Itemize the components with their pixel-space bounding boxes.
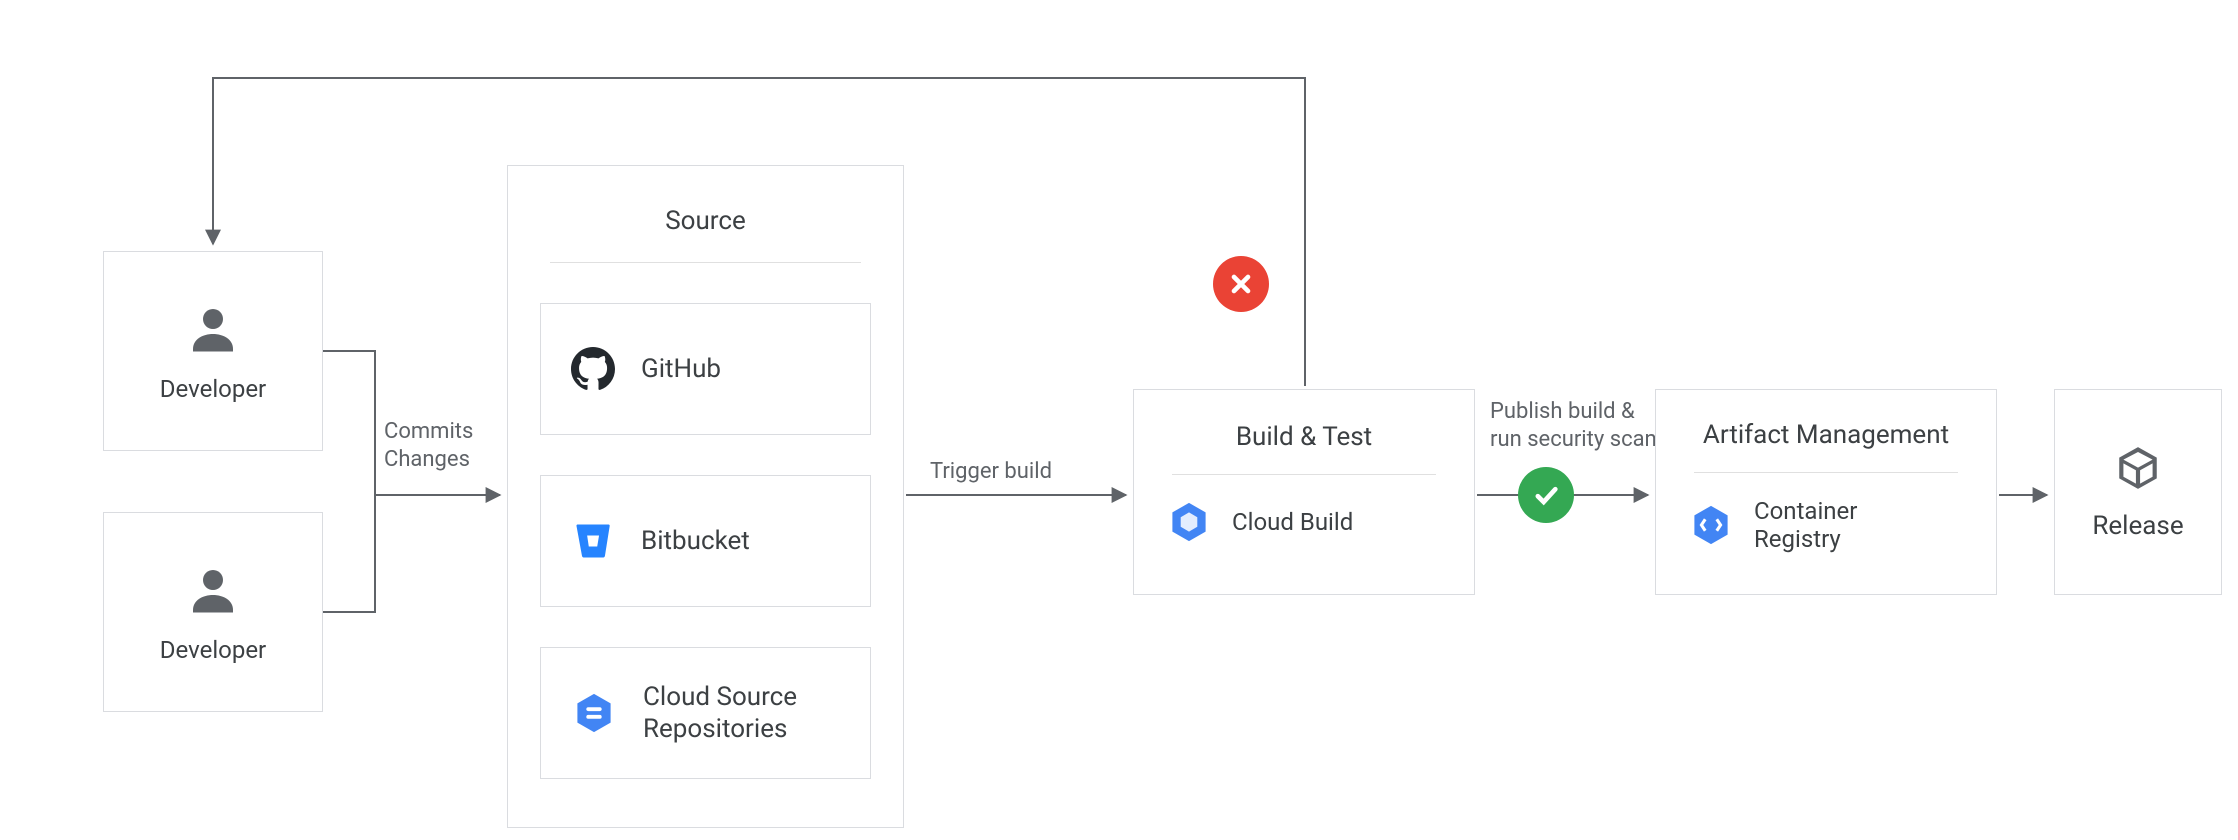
check-icon: [1532, 481, 1560, 509]
bitbucket-icon: [571, 519, 615, 563]
pass-badge: [1518, 467, 1574, 523]
release-box: Release: [2054, 389, 2222, 595]
source-github-card: GitHub: [540, 303, 871, 435]
divider: [550, 262, 861, 263]
artifact-title: Artifact Management: [1688, 420, 1964, 450]
source-title: Source: [540, 206, 871, 236]
source-item-label: Cloud Source Repositories: [643, 681, 797, 746]
cloud-source-repositories-icon: [571, 690, 617, 736]
cloud-build-icon: [1166, 499, 1212, 545]
source-item-label: Bitbucket: [641, 525, 750, 558]
source-bitbucket-card: Bitbucket: [540, 475, 871, 607]
artifact-management-panel: Artifact Management Container Registry: [1655, 389, 1997, 595]
build-test-product: Cloud Build: [1232, 508, 1353, 536]
edge-label-trigger: Trigger build: [930, 458, 1052, 486]
fail-badge: [1213, 256, 1269, 312]
release-label: Release: [2092, 511, 2183, 541]
developer-box: Developer: [103, 512, 323, 712]
github-icon: [571, 347, 615, 391]
build-test-panel: Build & Test Cloud Build: [1133, 389, 1475, 595]
user-icon: [183, 299, 243, 359]
source-csr-card: Cloud Source Repositories: [540, 647, 871, 779]
artifact-product: Container Registry: [1754, 497, 1857, 553]
developer-label: Developer: [160, 636, 266, 664]
edge-label-commits: Commits Changes: [384, 418, 473, 473]
source-panel: Source GitHub Bitbucket Cloud Source Rep…: [507, 165, 904, 828]
source-item-label: GitHub: [641, 353, 721, 386]
divider: [1172, 474, 1436, 475]
edge-label-publish: Publish build & run security scan: [1490, 398, 1657, 453]
close-icon: [1227, 270, 1255, 298]
build-test-title: Build & Test: [1166, 422, 1442, 452]
developer-box: Developer: [103, 251, 323, 451]
divider: [1694, 472, 1958, 473]
package-icon: [2113, 443, 2163, 493]
container-registry-icon: [1688, 502, 1734, 548]
developer-label: Developer: [160, 375, 266, 403]
user-icon: [183, 560, 243, 620]
